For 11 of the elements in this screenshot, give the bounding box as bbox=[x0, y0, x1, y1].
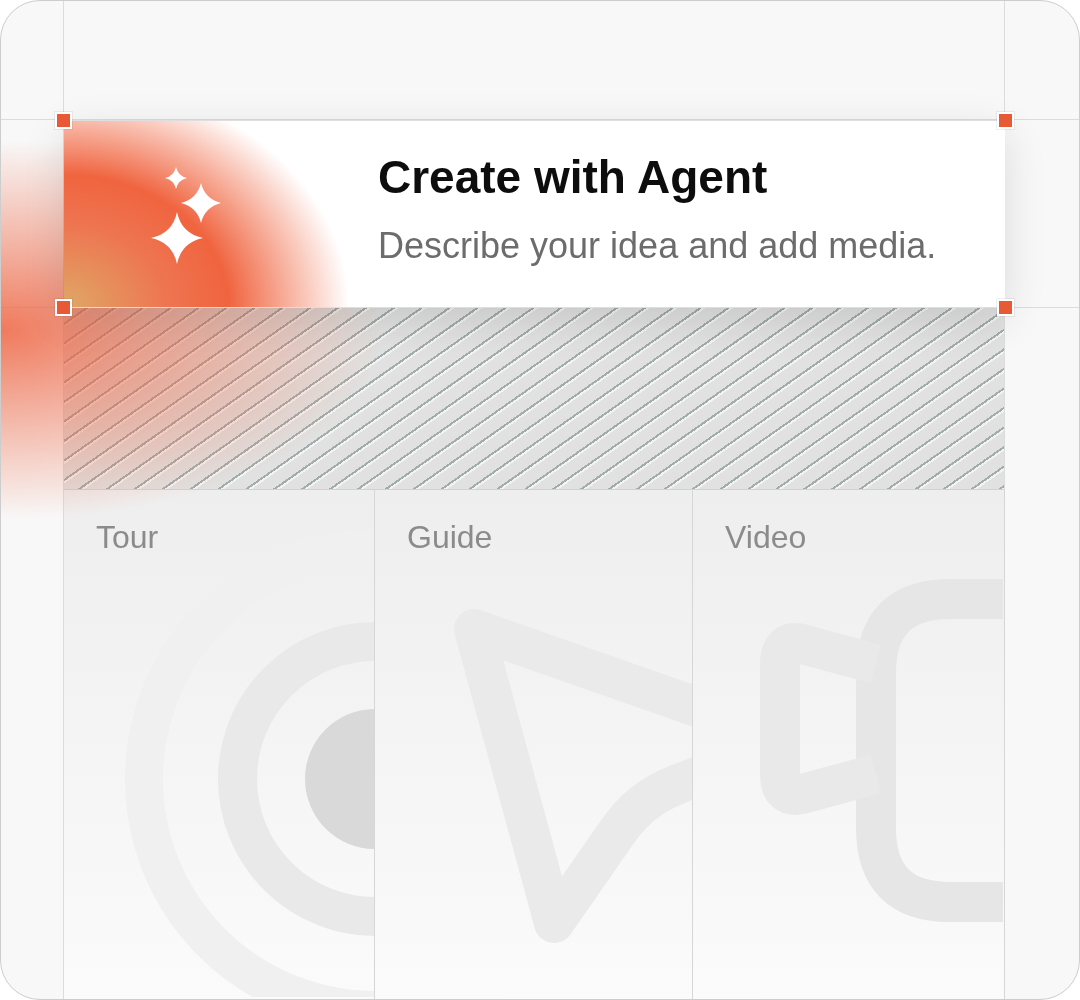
resize-handle[interactable] bbox=[55, 112, 72, 129]
option-tile[interactable]: Video bbox=[693, 490, 1005, 999]
resize-handle[interactable] bbox=[55, 299, 72, 316]
card-subtitle: Describe your idea and add media. bbox=[378, 225, 937, 267]
card-title: Create with Agent bbox=[378, 150, 769, 204]
resize-handle[interactable] bbox=[997, 112, 1014, 129]
option-tile[interactable]: Guide bbox=[375, 490, 693, 999]
sparkles-icon bbox=[150, 166, 222, 265]
resize-handle[interactable] bbox=[997, 299, 1014, 316]
option-tile[interactable]: Tour bbox=[64, 490, 375, 999]
video-camera-icon bbox=[760, 579, 1003, 922]
